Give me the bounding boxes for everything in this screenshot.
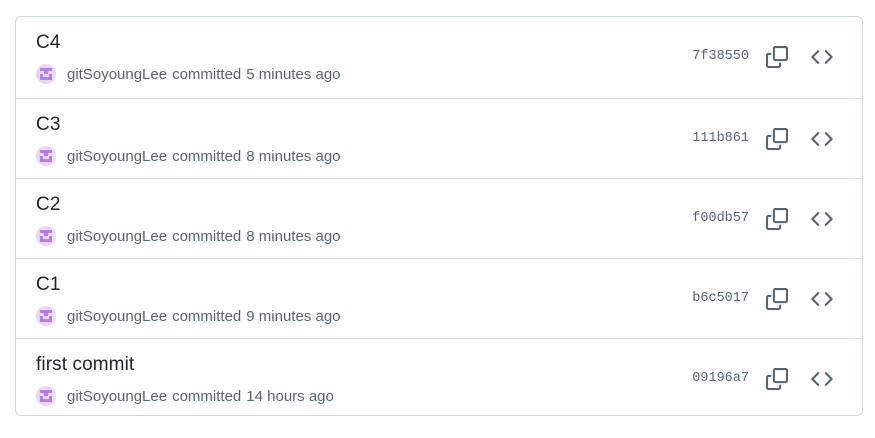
author-link[interactable]: gitSoyoungLee — [67, 308, 167, 325]
commit-time: 5 minutes ago — [246, 65, 341, 83]
commit-title[interactable]: C1 — [36, 274, 61, 296]
browse-repo-at-commit-button[interactable] — [808, 205, 836, 233]
copy-sha-button[interactable] — [763, 43, 791, 71]
commit-title[interactable]: C2 — [36, 194, 61, 216]
commit-meta: gitSoyoungLee committed 5 minutes ago — [36, 64, 341, 84]
commit-sha-link[interactable]: 09196a7 — [692, 371, 749, 386]
code-icon — [811, 368, 833, 390]
author-avatar[interactable] — [36, 386, 56, 406]
commit-title[interactable]: C4 — [36, 32, 61, 54]
commit-time: 8 minutes ago — [246, 227, 341, 245]
code-icon — [811, 128, 833, 150]
commit-sha-link[interactable]: b6c5017 — [692, 291, 749, 306]
commit-action: committed — [172, 65, 242, 83]
code-icon — [811, 208, 833, 230]
commit-meta: gitSoyoungLee committed 8 minutes ago — [36, 146, 341, 166]
commit-title[interactable]: C3 — [36, 114, 61, 136]
author-link[interactable]: gitSoyoungLee — [67, 228, 167, 245]
commit-time: 14 hours ago — [246, 387, 334, 405]
copy-icon — [766, 46, 788, 68]
author-link[interactable]: gitSoyoungLee — [67, 388, 167, 405]
commit-title[interactable]: first commit — [36, 354, 134, 376]
commit-row: C4 gitSoyoungLee committed 5 minutes ago… — [16, 17, 862, 98]
commit-row: C1 gitSoyoungLee committed 9 minutes ago… — [16, 258, 862, 338]
commit-action: committed — [172, 387, 242, 405]
browse-repo-at-commit-button[interactable] — [808, 43, 836, 71]
copy-icon — [766, 368, 788, 390]
copy-sha-button[interactable] — [763, 205, 791, 233]
commit-sha-link[interactable]: 111b861 — [692, 131, 749, 146]
author-avatar[interactable] — [36, 64, 56, 84]
copy-icon — [766, 288, 788, 310]
commit-row: first commit gitSoyoungLee committed 14 … — [16, 338, 862, 415]
copy-sha-button[interactable] — [763, 365, 791, 393]
commit-time: 9 minutes ago — [246, 307, 341, 325]
commit-action: committed — [172, 227, 242, 245]
commit-meta: gitSoyoungLee committed 9 minutes ago — [36, 306, 341, 326]
browse-repo-at-commit-button[interactable] — [808, 285, 836, 313]
author-link[interactable]: gitSoyoungLee — [67, 66, 167, 83]
commit-sha-link[interactable]: 7f38550 — [692, 49, 749, 64]
author-avatar[interactable] — [36, 146, 56, 166]
commit-time: 8 minutes ago — [246, 147, 341, 165]
commit-meta: gitSoyoungLee committed 8 minutes ago — [36, 226, 341, 246]
commit-list: C4 gitSoyoungLee committed 5 minutes ago… — [15, 16, 863, 416]
commit-row: C2 gitSoyoungLee committed 8 minutes ago… — [16, 178, 862, 258]
copy-icon — [766, 208, 788, 230]
code-icon — [811, 288, 833, 310]
author-link[interactable]: gitSoyoungLee — [67, 148, 167, 165]
commit-row: C3 gitSoyoungLee committed 8 minutes ago… — [16, 98, 862, 178]
commit-action: committed — [172, 147, 242, 165]
commit-meta: gitSoyoungLee committed 14 hours ago — [36, 386, 334, 406]
code-icon — [811, 46, 833, 68]
browse-repo-at-commit-button[interactable] — [808, 125, 836, 153]
browse-repo-at-commit-button[interactable] — [808, 365, 836, 393]
commit-sha-link[interactable]: f00db57 — [692, 211, 749, 226]
copy-sha-button[interactable] — [763, 125, 791, 153]
author-avatar[interactable] — [36, 226, 56, 246]
copy-icon — [766, 128, 788, 150]
copy-sha-button[interactable] — [763, 285, 791, 313]
author-avatar[interactable] — [36, 306, 56, 326]
commit-action: committed — [172, 307, 242, 325]
